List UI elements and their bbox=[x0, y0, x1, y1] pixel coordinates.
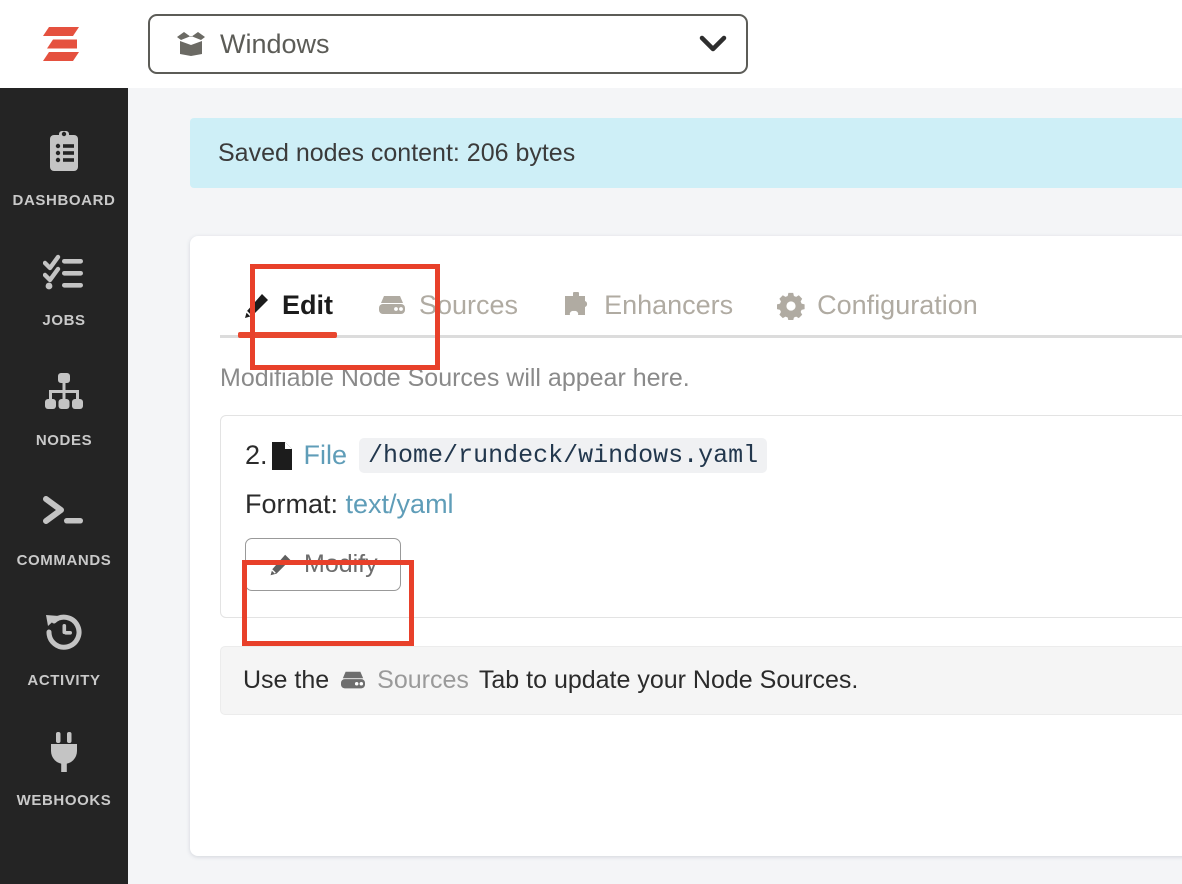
status-banner-text: Saved nodes content: 206 bytes bbox=[218, 138, 576, 167]
sidebar-item-label: ACTIVITY bbox=[27, 672, 101, 689]
tab-label: Sources bbox=[419, 290, 519, 320]
note-suffix: Tab to update your Node Sources. bbox=[478, 666, 859, 694]
sidebar-item-webhooks[interactable]: WEBHOOKS bbox=[0, 724, 128, 844]
format-label: Format: bbox=[245, 489, 339, 519]
sources-tab-note: Use the Sources Tab to update your Node … bbox=[220, 646, 1182, 715]
status-banner: Saved nodes content: 206 bytes bbox=[190, 118, 1182, 188]
main-content: Saved nodes content: 206 bytes Edit Sour… bbox=[128, 88, 1182, 884]
node-source-header: 2. File /home/rundeck/windows.yaml bbox=[245, 438, 1182, 473]
tab-label: Configuration bbox=[817, 290, 978, 320]
tab-bar: Edit Sources Enhancers Configuration bbox=[220, 262, 1182, 338]
top-header: Windows bbox=[0, 0, 1182, 88]
pencil-icon bbox=[245, 293, 268, 318]
source-type-link[interactable]: File bbox=[304, 440, 348, 471]
tab-edit[interactable]: Edit bbox=[220, 290, 355, 338]
clipboard-list-icon bbox=[41, 124, 87, 180]
plug-icon bbox=[41, 724, 87, 780]
sitemap-icon bbox=[41, 364, 87, 420]
logo-area bbox=[0, 0, 128, 88]
history-clock-icon bbox=[41, 604, 87, 660]
sidebar-item-activity[interactable]: ACTIVITY bbox=[0, 604, 128, 724]
tab-configuration[interactable]: Configuration bbox=[755, 290, 1000, 335]
terminal-icon bbox=[41, 484, 87, 540]
modify-button-label: Modify bbox=[304, 550, 378, 578]
gear-icon bbox=[777, 292, 805, 320]
open-box-icon bbox=[177, 32, 205, 56]
rundeck-logo[interactable] bbox=[41, 21, 87, 67]
checklist-icon bbox=[41, 244, 87, 300]
sidebar-item-label: WEBHOOKS bbox=[16, 792, 112, 809]
file-icon bbox=[271, 441, 292, 470]
tab-label: Enhancers bbox=[604, 290, 734, 320]
note-sources-link[interactable]: Sources bbox=[377, 666, 469, 695]
project-selector[interactable]: Windows bbox=[148, 14, 748, 74]
tab-label: Edit bbox=[282, 290, 333, 320]
sidebar-item-label: NODES bbox=[35, 432, 93, 449]
source-index: 2. bbox=[245, 440, 268, 470]
sidebar-item-commands[interactable]: COMMANDS bbox=[0, 484, 128, 604]
left-sidebar: DASHBOARD JOBS NODES COMMANDS ACTIVITY W… bbox=[0, 88, 128, 884]
hdd-icon bbox=[341, 671, 366, 688]
note-prefix: Use the bbox=[243, 666, 330, 694]
rundeck-app: Windows DASHBOARD JOBS NODES COMMANDS AC… bbox=[0, 0, 1182, 884]
sidebar-item-label: JOBS bbox=[42, 312, 86, 329]
format-value-link[interactable]: text/yaml bbox=[346, 489, 454, 519]
chevron-down-icon[interactable] bbox=[698, 33, 728, 55]
hdd-icon bbox=[379, 295, 405, 314]
puzzle-piece-icon bbox=[565, 291, 588, 315]
source-path: /home/rundeck/windows.yaml bbox=[359, 438, 768, 473]
tab-sources[interactable]: Sources bbox=[355, 290, 540, 335]
sidebar-item-nodes[interactable]: NODES bbox=[0, 364, 128, 484]
sidebar-item-label: DASHBOARD bbox=[12, 192, 116, 209]
modify-button[interactable]: Modify bbox=[245, 538, 401, 591]
sidebar-item-jobs[interactable]: JOBS bbox=[0, 244, 128, 364]
pencil-icon bbox=[270, 554, 291, 575]
nodes-panel: Edit Sources Enhancers Configuration Mod… bbox=[190, 236, 1182, 856]
source-format-line: Format: text/yaml bbox=[245, 489, 1182, 520]
sidebar-item-dashboard[interactable]: DASHBOARD bbox=[0, 124, 128, 244]
tab-enhancers[interactable]: Enhancers bbox=[540, 290, 755, 335]
node-source-item: 2. File /home/rundeck/windows.yaml Forma… bbox=[220, 415, 1182, 618]
panel-hint-text: Modifiable Node Sources will appear here… bbox=[220, 364, 690, 392]
sidebar-item-label: COMMANDS bbox=[16, 552, 112, 569]
project-name-label: Windows bbox=[220, 28, 330, 59]
